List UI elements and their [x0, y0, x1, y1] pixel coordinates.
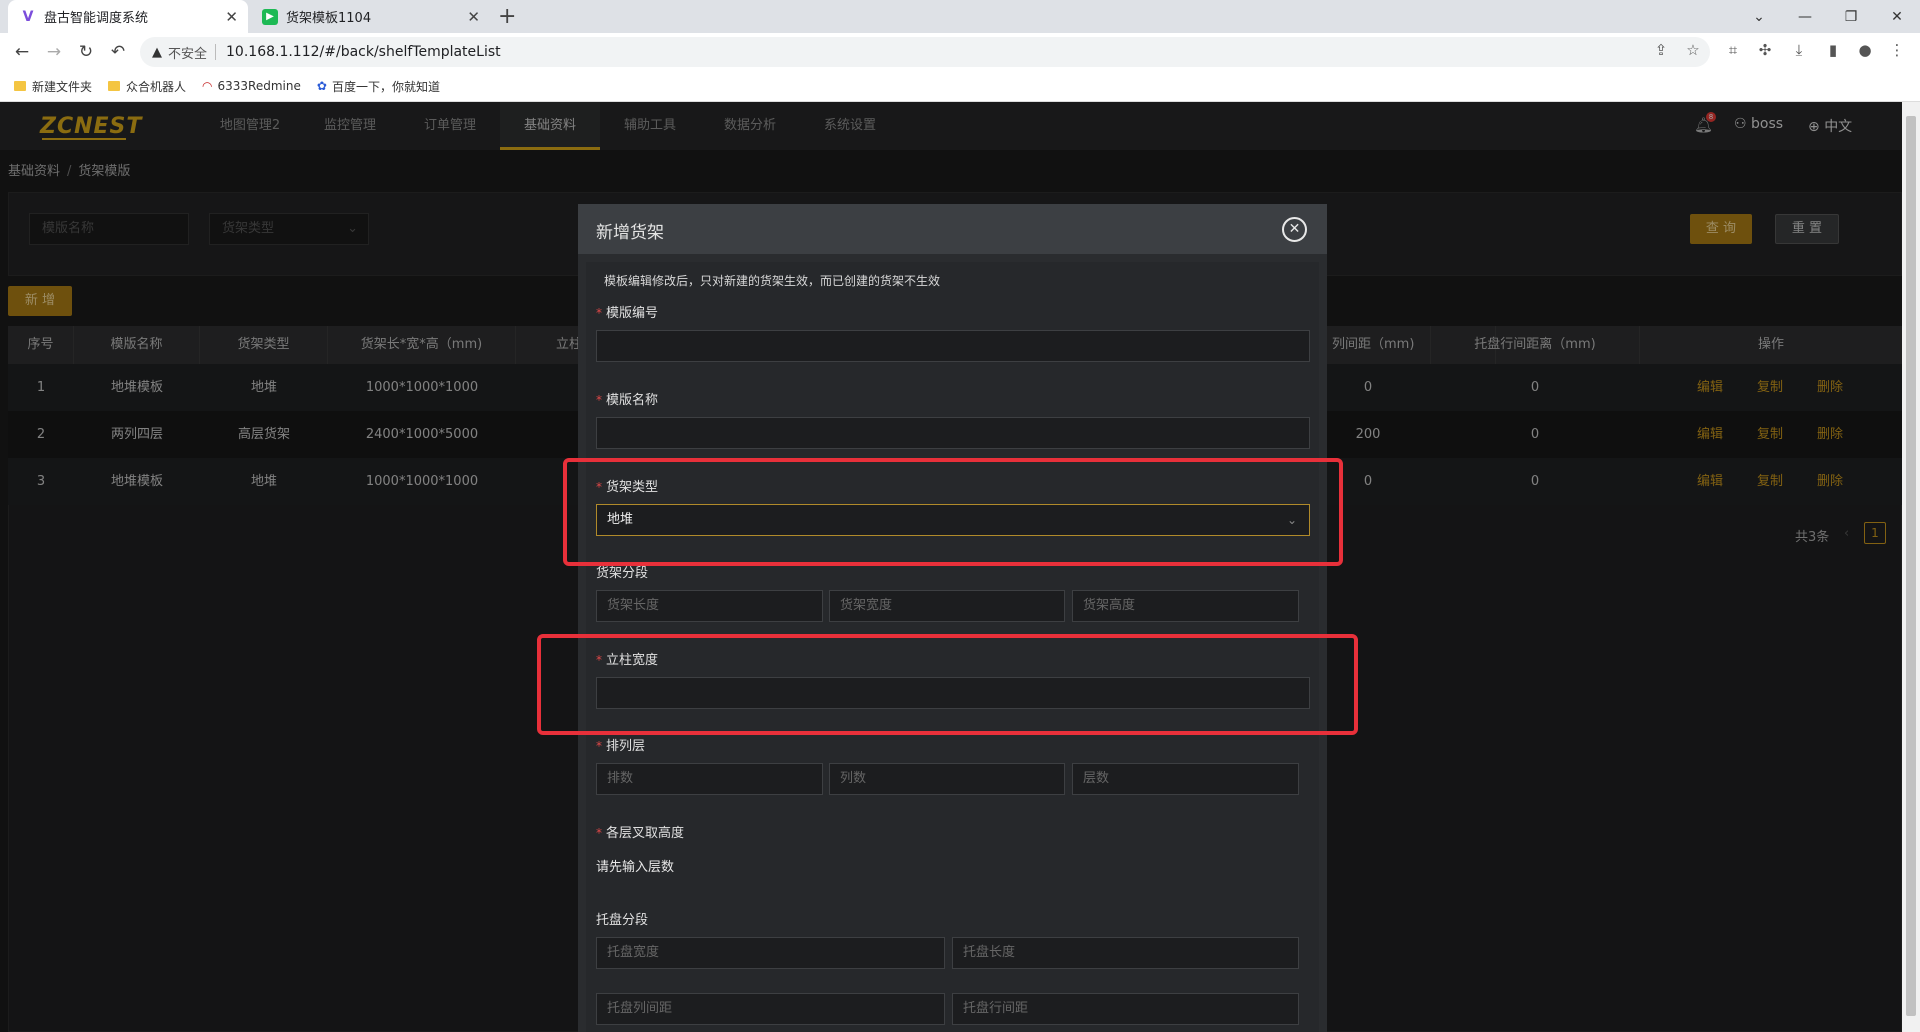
- folder-icon: [108, 81, 121, 91]
- more-menu-icon[interactable]: ⋮: [1886, 41, 1908, 59]
- bookmarks-bar: 新建文件夹 众合机器人 ◠ 6333Redmine ✿ 百度一下，你就知道: [0, 71, 1920, 102]
- label-text: 模版编号: [606, 306, 659, 321]
- reload-icon[interactable]: ↻: [74, 41, 98, 63]
- template-name-input[interactable]: [596, 417, 1310, 449]
- pallet-row-gap-input[interactable]: 托盘行间距: [952, 993, 1299, 1025]
- url-text: 10.168.1.112/#/back/shelfTemplateList: [226, 44, 501, 60]
- download-icon[interactable]: ⤓: [1788, 41, 1810, 59]
- browser-tab[interactable]: ▶ 货架模板1104 ✕: [250, 0, 490, 33]
- required-mark: *: [596, 306, 602, 320]
- tab-close-icon[interactable]: ✕: [225, 8, 238, 26]
- edit-notice: 模板编辑修改后，只对新建的货架生效，而已创建的货架不生效: [604, 274, 941, 288]
- required-mark: *: [596, 393, 602, 407]
- pallet-column-gap-input[interactable]: 托盘列间距: [596, 993, 945, 1025]
- divider: [215, 44, 217, 60]
- label-text: 各层叉取高度: [606, 826, 685, 841]
- bookmark-label: 6333Redmine: [217, 79, 301, 93]
- label-text: 模版名称: [606, 393, 659, 408]
- extensions-icon[interactable]: ✣: [1754, 41, 1776, 59]
- tab-close-icon[interactable]: ✕: [467, 8, 480, 26]
- close-window-icon[interactable]: ✕: [1874, 0, 1920, 33]
- redmine-icon: ◠: [202, 79, 213, 93]
- highlight-column-width: [537, 634, 1358, 735]
- layers-input[interactable]: 层数: [1072, 763, 1299, 795]
- add-shelf-modal: 新增货架 ✕ 模板编辑修改后，只对新建的货架生效，而已创建的货架不生效 * 模版编…: [578, 204, 1327, 1032]
- columns-input[interactable]: 列数: [829, 763, 1065, 795]
- bookmark-label: 百度一下，你就知道: [331, 79, 440, 94]
- share-icon[interactable]: ⇪: [1650, 41, 1672, 59]
- vue-logo-icon: V: [20, 8, 36, 25]
- undo-icon[interactable]: ↶: [106, 41, 130, 63]
- tab-search-icon[interactable]: ⌄: [1736, 0, 1782, 33]
- required-mark: *: [596, 826, 602, 840]
- pallet-segment-label: 托盘分段: [596, 913, 649, 928]
- browser-tab-strip: V 盘古智能调度系统 ✕ ▶ 货架模板1104 ✕ + ⌄ — ❐ ✕: [0, 0, 1920, 33]
- shelf-height-input[interactable]: 货架高度: [1072, 590, 1299, 622]
- highlight-shelf-type: [563, 458, 1343, 566]
- forward-icon[interactable]: →: [42, 41, 66, 63]
- bookmark-star-icon[interactable]: ☆: [1682, 41, 1704, 59]
- security-label: 不安全: [168, 46, 208, 62]
- fork-height-label: * 各层叉取高度: [596, 822, 684, 841]
- restore-icon[interactable]: ❐: [1828, 0, 1874, 33]
- shelf-width-input[interactable]: 货架宽度: [829, 590, 1065, 622]
- scrollbar-thumb[interactable]: [1906, 116, 1916, 1016]
- folder-icon: [14, 81, 26, 91]
- bookmark-item[interactable]: ◠ 6333Redmine: [202, 79, 301, 93]
- bookmark-item[interactable]: 新建文件夹: [14, 78, 92, 95]
- template-no-label: * 模版编号: [596, 302, 658, 321]
- crop-icon[interactable]: ⌗: [1722, 41, 1744, 59]
- tab-title: 货架模板1104: [286, 11, 372, 26]
- shelf-length-input[interactable]: 货架长度: [596, 590, 823, 622]
- new-tab-icon[interactable]: +: [498, 4, 516, 29]
- fork-height-hint: 请先输入层数: [596, 860, 675, 875]
- bookmark-item[interactable]: 众合机器人: [108, 78, 186, 95]
- modal-header: 新增货架 ✕: [578, 204, 1327, 254]
- template-no-input[interactable]: [596, 330, 1310, 362]
- minimize-icon[interactable]: —: [1782, 0, 1828, 33]
- back-icon[interactable]: ←: [10, 41, 34, 63]
- profile-avatar-icon[interactable]: ●: [1854, 41, 1876, 59]
- pallet-width-input[interactable]: 托盘宽度: [596, 937, 945, 969]
- rows-input[interactable]: 排数: [596, 763, 823, 795]
- play-icon: ▶: [262, 8, 278, 25]
- close-icon[interactable]: ✕: [1282, 217, 1307, 242]
- pallet-length-input[interactable]: 托盘长度: [952, 937, 1299, 969]
- arrangement-label: * 排列层: [596, 735, 645, 754]
- bookmark-label: 众合机器人: [126, 79, 187, 94]
- template-name-label: * 模版名称: [596, 389, 658, 408]
- bookmark-label: 新建文件夹: [32, 79, 93, 94]
- bookmark-item[interactable]: ✿ 百度一下，你就知道: [317, 78, 440, 95]
- warning-icon: ▲: [152, 44, 162, 60]
- browser-tab-active[interactable]: V 盘古智能调度系统 ✕: [8, 0, 248, 33]
- baidu-icon: ✿: [316, 79, 327, 93]
- modal-title: 新增货架: [596, 223, 664, 243]
- tab-title: 盘古智能调度系统: [44, 11, 149, 26]
- side-panel-icon[interactable]: ▮: [1822, 41, 1844, 59]
- page-scrollbar[interactable]: [1902, 102, 1920, 1032]
- required-mark: *: [596, 739, 602, 753]
- address-bar-row: ← → ↻ ↶ ▲ 不安全 10.168.1.112/#/back/shelfT…: [0, 33, 1920, 71]
- omnibox[interactable]: ▲ 不安全 10.168.1.112/#/back/shelfTemplateL…: [140, 37, 1710, 67]
- label-text: 排列层: [606, 739, 646, 754]
